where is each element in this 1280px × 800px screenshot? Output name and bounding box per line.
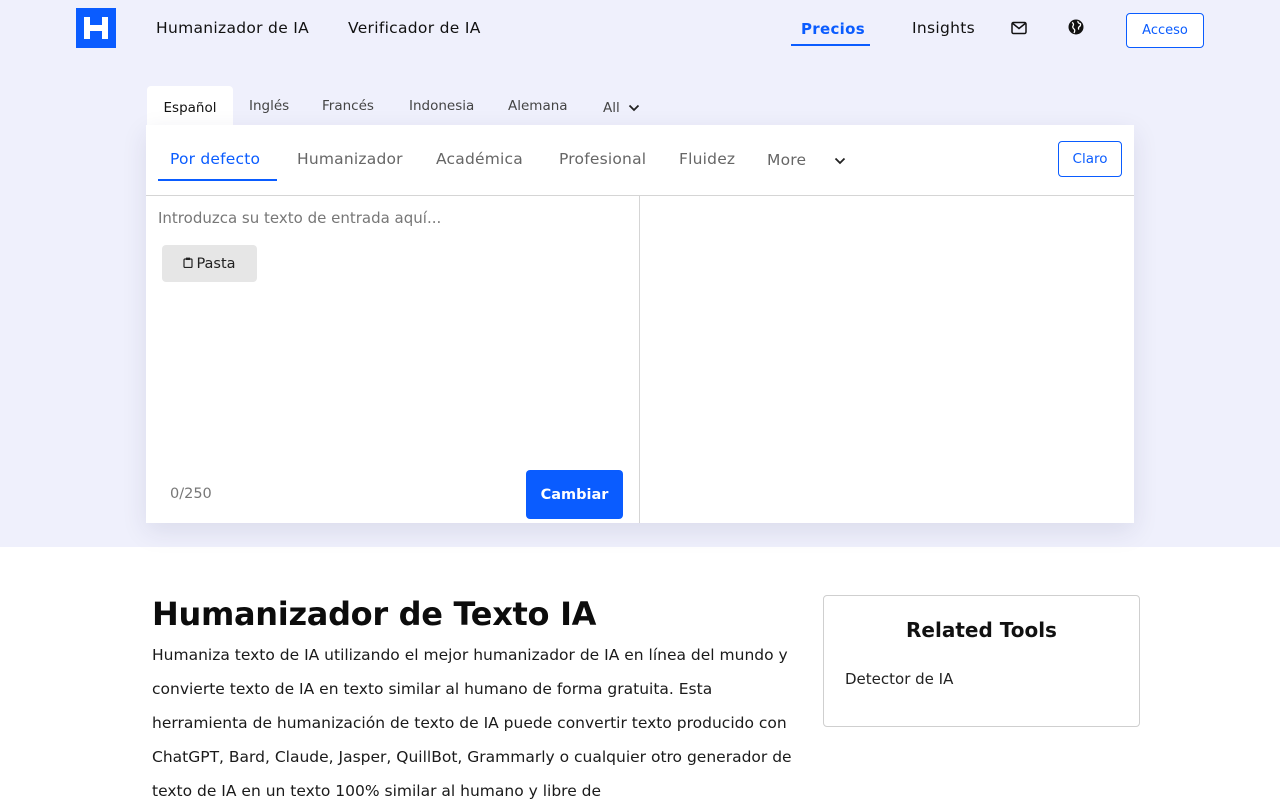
lang-tab-frances[interactable]: Francés [322,86,374,126]
lang-tab-espanol[interactable]: Español [147,86,233,126]
mode-tab-more[interactable]: More [767,151,846,169]
page-title: Humanizador de Texto IA [152,595,597,633]
mode-tab-more-label: More [767,151,807,169]
mode-tab-por-defecto[interactable]: Por defecto [170,150,260,168]
login-button[interactable]: Acceso [1126,13,1204,48]
related-link-detector[interactable]: Detector de IA [845,670,953,688]
nav-precios[interactable]: Precios [801,20,865,38]
char-count: 0/250 [170,486,212,502]
lang-tab-label: Español [163,100,217,116]
page-description: Humaniza texto de IA utilizando el mejor… [152,646,792,800]
logo-h-icon [84,17,108,39]
chevron-down-icon [835,157,846,165]
text-input[interactable] [158,209,628,249]
clear-button[interactable]: Claro [1058,141,1122,177]
mode-active-underline [158,179,277,181]
editor-card: Por defecto Humanizador Académica Profes… [146,125,1134,523]
mode-tab-profesional[interactable]: Profesional [559,150,646,168]
lang-tab-all[interactable]: All [603,88,640,128]
clipboard-icon [183,257,194,271]
mode-tab-fluidez[interactable]: Fluidez [679,150,735,168]
mode-tab-humanizador[interactable]: Humanizador [297,150,403,168]
nav-active-underline [791,44,870,46]
nav-humanizador[interactable]: Humanizador de IA [156,19,309,37]
globe-icon[interactable] [1068,19,1086,37]
paste-button-label: Pasta [196,255,236,272]
logo[interactable] [76,8,116,48]
lang-tab-all-label: All [603,100,620,116]
mail-icon[interactable] [1011,20,1029,38]
lang-tab-ingles[interactable]: Inglés [249,86,289,126]
lang-tab-indonesia[interactable]: Indonesia [409,86,474,126]
lang-tab-alemana[interactable]: Alemana [508,86,568,126]
nav-insights[interactable]: Insights [912,19,975,37]
related-tools-title: Related Tools [906,618,1057,642]
output-area [640,196,1134,523]
submit-button[interactable]: Cambiar [526,470,623,519]
nav-verificador[interactable]: Verificador de IA [348,19,481,37]
mode-tab-academica[interactable]: Académica [436,150,523,168]
related-tools-panel: Related Tools Detector de IA [823,595,1140,727]
paste-button[interactable]: Pasta [162,245,257,282]
chevron-down-icon [628,104,639,112]
